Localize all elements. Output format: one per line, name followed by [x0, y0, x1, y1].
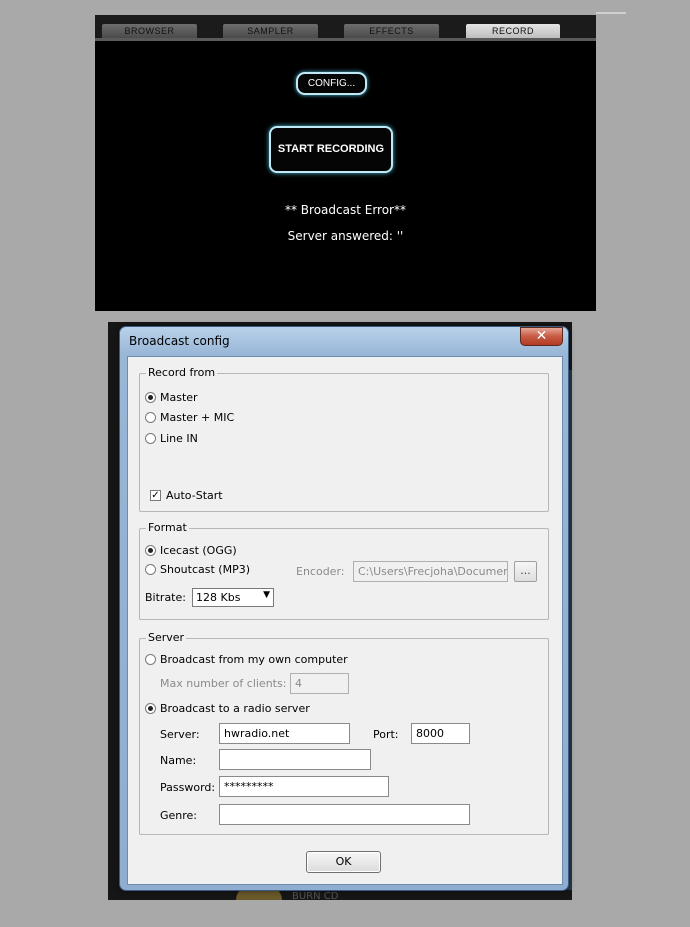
tab-effects[interactable]: EFFECTS [344, 24, 439, 38]
record-panel: BROWSER SAMPLER EFFECTS RECORD CONFIG...… [95, 15, 596, 311]
line-in-label: Line IN [160, 432, 198, 445]
record-from-label: Record from [146, 366, 218, 379]
config-button[interactable]: CONFIG... [296, 72, 367, 95]
encoder-path-field[interactable]: C:\Users\Frecjoha\Documents\ [353, 561, 508, 582]
auto-start-checkbox[interactable]: ✓ [150, 490, 161, 501]
master-mic-label: Master + MIC [160, 411, 235, 424]
password-label: Password: [160, 781, 216, 794]
encoder-browse-button[interactable]: ... [514, 561, 537, 582]
server-label: Server: [160, 728, 200, 741]
shoutcast-radio[interactable] [145, 564, 156, 575]
radio-server-radio[interactable] [145, 703, 156, 714]
name-input[interactable] [219, 749, 371, 770]
server-group-label: Server [146, 631, 187, 644]
tab-sampler[interactable]: SAMPLER [223, 24, 318, 38]
close-icon: ✕ [535, 328, 548, 344]
broadcast-error-text: ** Broadcast Error** [284, 203, 406, 217]
encoder-label: Encoder: [296, 565, 345, 578]
dialog-title: Broadcast config [129, 334, 230, 348]
top-divider-line [596, 12, 626, 14]
shoutcast-label: Shoutcast (MP3) [160, 563, 251, 576]
icecast-radio[interactable] [145, 545, 156, 556]
tab-browser[interactable]: BROWSER [102, 24, 197, 38]
master-radio[interactable] [145, 392, 156, 403]
genre-input[interactable] [219, 804, 470, 825]
bitrate-select[interactable]: 128 Kbs ▼ [192, 588, 274, 607]
bitrate-label: Bitrate: [145, 591, 186, 604]
broadcast-config-dialog: Broadcast config ✕ Record from Master Ma… [119, 326, 569, 891]
dialog-client-area: Record from Master Master + MIC Line IN … [127, 356, 563, 885]
master-mic-radio[interactable] [145, 412, 156, 423]
server-group: Server Broadcast from my own computer Ma… [139, 631, 549, 835]
record-from-group: Record from Master Master + MIC Line IN … [139, 366, 549, 512]
format-label: Format [146, 521, 189, 534]
server-input[interactable]: hwradio.net [219, 723, 350, 744]
password-input[interactable]: ********* [219, 776, 389, 797]
start-recording-button[interactable]: START RECORDING [269, 126, 393, 173]
tab-record[interactable]: RECORD [466, 24, 560, 38]
own-computer-radio[interactable] [145, 654, 156, 665]
icecast-label: Icecast (OGG) [160, 544, 237, 557]
own-computer-label: Broadcast from my own computer [160, 653, 348, 666]
background-burn-cd-label: BURN CD [292, 891, 339, 902]
bitrate-value: 128 Kbs [196, 591, 241, 604]
max-clients-field[interactable]: 4 [290, 673, 349, 694]
genre-label: Genre: [160, 809, 198, 822]
master-label: Master [160, 391, 198, 404]
line-in-radio[interactable] [145, 433, 156, 444]
server-answer-text: Server answered: '' [287, 229, 404, 243]
format-group: Format Icecast (OGG) Shoutcast (MP3) Enc… [139, 521, 549, 620]
close-button[interactable]: ✕ [520, 327, 563, 346]
name-label: Name: [160, 754, 197, 767]
max-clients-label: Max number of clients: [160, 677, 287, 690]
tab-bar: BROWSER SAMPLER EFFECTS RECORD [95, 15, 596, 41]
radio-server-label: Broadcast to a radio server [160, 702, 310, 715]
ok-button[interactable]: OK [306, 851, 381, 873]
auto-start-label: Auto-Start [166, 489, 223, 502]
port-input[interactable]: 8000 [411, 723, 470, 744]
dropdown-arrow-icon: ▼ [263, 590, 270, 600]
port-label: Port: [373, 728, 399, 741]
